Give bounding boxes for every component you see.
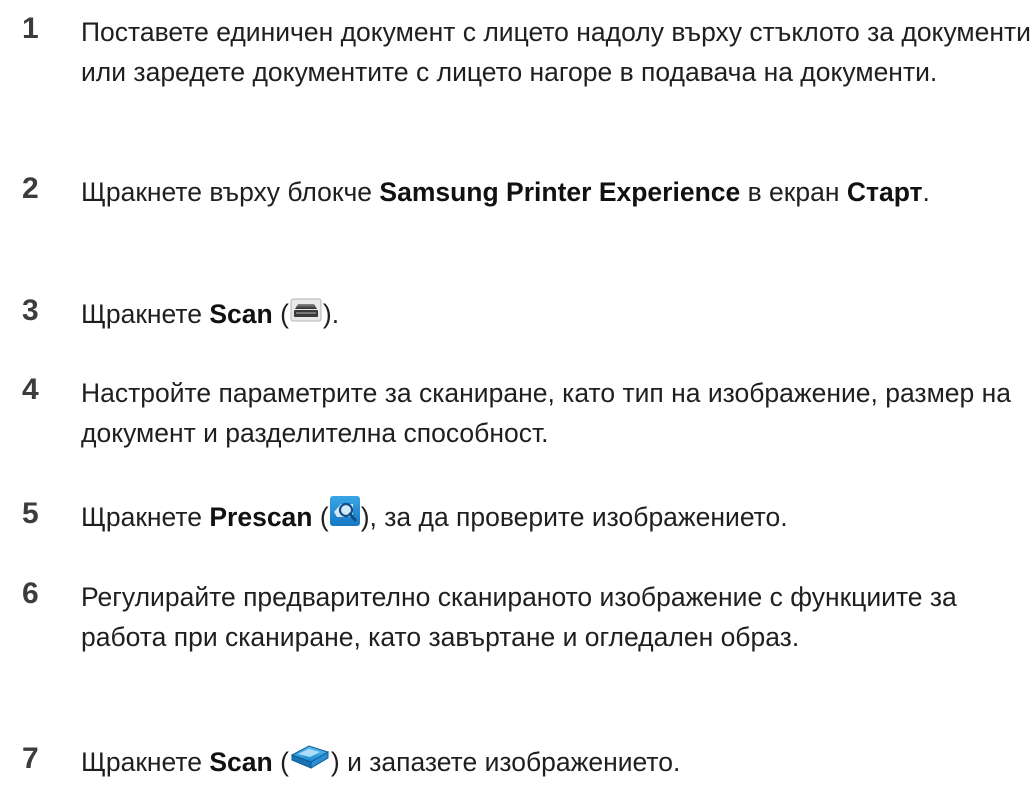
scanner-icon <box>289 294 323 334</box>
step-number: 4 <box>22 373 39 406</box>
scan-label: Scan <box>209 747 273 777</box>
step-text: Щракнете върху блокче Samsung Printer Ex… <box>81 172 1033 212</box>
step-text: Щракнете Scan ( ). <box>81 294 1033 334</box>
step-text-part: Щракнете върху блокче <box>81 177 380 207</box>
step-number: 1 <box>22 12 39 45</box>
step-number: 6 <box>22 577 39 610</box>
prescan-magnifier-icon <box>329 495 361 538</box>
app-name-samsung-printer-experience: Samsung Printer Experience <box>379 177 741 207</box>
step-text: Регулирайте предварително сканираното из… <box>81 582 957 652</box>
step-text-part: Щракнете <box>81 502 210 532</box>
step-text-part: ( <box>272 747 289 777</box>
scan-label: Scan <box>209 299 273 329</box>
step-text-part: ( <box>272 299 289 329</box>
step-number: 5 <box>22 497 39 530</box>
step-text-part: ( <box>312 502 329 532</box>
step-text-part: в екран <box>740 177 847 207</box>
scan-blue-scanner-icon <box>289 741 331 782</box>
step-text-part: ). <box>322 299 340 329</box>
page: { "steps": [ { "number": "1", "text": "П… <box>0 0 1035 800</box>
start-screen-label: Старт <box>846 177 923 207</box>
step-text: Щракнете Prescan ( ), за да проверите из… <box>81 495 1033 538</box>
prescan-label: Prescan <box>209 502 313 532</box>
step-number: 2 <box>22 172 39 205</box>
step-text-part: ) и запазете изображението. <box>330 747 681 777</box>
step-text: Щракнете Scan ( ) и запазете изображение… <box>81 742 1033 782</box>
step-text-part: Щракнете <box>81 747 210 777</box>
step-text: Настройте параметрите за сканиране, като… <box>81 378 1011 448</box>
step-text: Поставете единичен документ с лицето над… <box>81 17 1031 87</box>
step-number: 7 <box>22 742 39 775</box>
step-text-part: Щракнете <box>81 299 210 329</box>
step-text-part: ), за да проверите изображението. <box>360 502 788 532</box>
step-text-part: . <box>922 177 930 207</box>
step-number: 3 <box>22 294 39 327</box>
